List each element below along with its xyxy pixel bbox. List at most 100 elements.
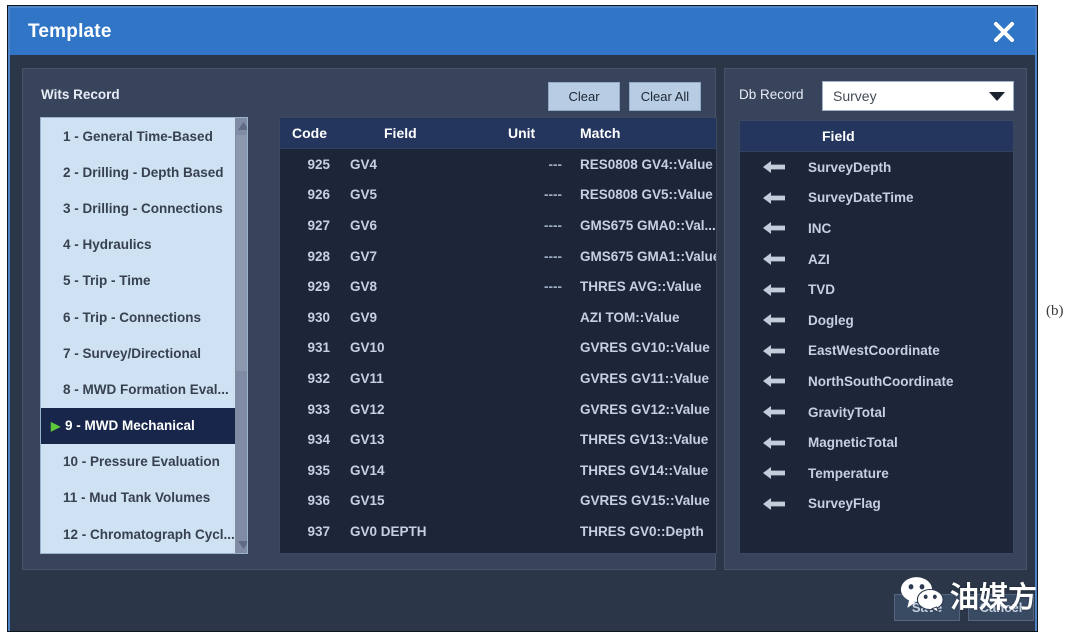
wits-cell-unit: ---- (544, 187, 562, 203)
template-list-scrollbar[interactable] (234, 118, 247, 553)
arrow-left-icon[interactable] (740, 252, 808, 266)
wits-cell-field: GV13 (350, 432, 385, 448)
wits-cell-code: 929 (307, 279, 330, 295)
wits-table-body: 925 GV4 --- RES0808 GV4::Value 926 GV5 ---- RES… (280, 149, 716, 553)
wits-table-row[interactable]: 927 GV6 ---- GMS675 GMA0::Val... (280, 210, 716, 241)
wits-cell-field: GV10 (350, 340, 385, 356)
db-field-name: SurveyDateTime (808, 190, 914, 206)
wits-cell-match: AZI TOM::Value (580, 309, 680, 325)
save-button[interactable]: Save (894, 594, 960, 621)
wits-record-label: Wits Record (41, 87, 120, 102)
template-list-item[interactable]: 1 - General Time-Based (41, 118, 235, 154)
template-list-item[interactable]: 8 - MWD Formation Eval... (41, 371, 235, 407)
wits-table-row[interactable]: 936 GV15 GVRES GV15::Value (280, 486, 716, 517)
db-table-row[interactable]: SurveyDateTime (740, 183, 1013, 214)
db-field-table[interactable]: Field SurveyDepth SurveyDateTime INC AZI TVD… (739, 120, 1014, 554)
arrow-left-icon[interactable] (740, 283, 808, 297)
template-list-item[interactable]: 2 - Drilling - Depth Based (41, 154, 235, 190)
wits-table-row[interactable]: 926 GV5 ---- RES0808 GV5::Value (280, 180, 716, 211)
wits-cell-match: THRES AVG::Value (580, 279, 702, 295)
dialog-title: Template (28, 20, 112, 42)
db-table-row[interactable]: MagneticTotal (740, 427, 1013, 458)
db-field-name: SurveyDepth (808, 159, 892, 175)
clear-all-button[interactable]: Clear All (629, 82, 701, 111)
db-table-row[interactable]: SurveyFlag (740, 489, 1013, 520)
wits-cell-match: GVRES GV12::Value (580, 401, 710, 417)
template-list-item-label: 10 - Pressure Evaluation (63, 454, 220, 470)
db-table-row[interactable]: TVD (740, 274, 1013, 305)
wits-table-row[interactable]: 928 GV7 ---- GMS675 GMA1::Value (280, 241, 716, 272)
wits-table-row[interactable]: 938GV1 DEPTHTHRES GV1::Depth (280, 547, 716, 553)
wits-cell-match: THRES GV14::Value (580, 462, 709, 478)
wits-cell-unit: ---- (544, 248, 562, 264)
wits-record-table[interactable]: Code Field Unit Match 925 GV4 --- RES0808 G… (279, 117, 717, 554)
wits-table-row[interactable]: 933 GV12 GVRES GV12::Value (280, 394, 716, 425)
db-field-name: Dogleg (808, 312, 854, 328)
wits-cell-field: GV7 (350, 248, 378, 264)
arrow-left-icon[interactable] (740, 313, 808, 327)
wits-table-row[interactable]: 929 GV8 ---- THRES AVG::Value (280, 271, 716, 302)
template-list-item-label: 11 - Mud Tank Volumes (63, 490, 211, 506)
arrow-left-icon[interactable] (740, 466, 808, 480)
wits-table-row[interactable]: 937 GV0 DEPTH THRES GV0::Depth (280, 516, 716, 547)
wits-table-row[interactable]: 931 GV10 GVRES GV10::Value (280, 333, 716, 364)
wits-table-row[interactable]: 925 GV4 --- RES0808 GV4::Value (280, 149, 716, 180)
scroll-down-icon[interactable] (235, 537, 247, 553)
template-list-item[interactable]: 7 - Survey/Directional (41, 335, 235, 371)
column-header-code: Code (292, 125, 327, 141)
db-table-row[interactable]: NorthSouthCoordinate (740, 366, 1013, 397)
wits-cell-match: RES0808 GV4::Value (580, 156, 713, 172)
template-list-item[interactable]: 10 - Pressure Evaluation (41, 444, 235, 480)
arrow-left-icon[interactable] (740, 374, 808, 388)
template-list-item-label: 5 - Trip - Time (63, 273, 151, 289)
template-list-item-label: 3 - Drilling - Connections (63, 200, 223, 216)
db-table-row[interactable]: GravityTotal (740, 397, 1013, 428)
db-field-name: INC (808, 220, 832, 236)
template-list-item[interactable]: 4 - Hydraulics (41, 227, 235, 263)
scroll-up-icon[interactable] (235, 118, 247, 134)
template-list-item[interactable]: 13 - Chromatograph Dep... (41, 552, 235, 553)
wits-table-row[interactable]: 934 GV13 THRES GV13::Value (280, 424, 716, 455)
db-table-header: Field (740, 121, 1013, 152)
template-list-item[interactable]: 12 - Chromatograph Cycl... (41, 516, 235, 552)
db-table-row[interactable]: AZI (740, 244, 1013, 275)
template-list[interactable]: 1 - General Time-Based 2 - Drilling - Dep… (40, 117, 248, 554)
wits-table-header: Code Field Unit Match (280, 118, 716, 149)
wits-table-row[interactable]: 932 GV11 GVRES GV11::Value (280, 363, 716, 394)
close-icon[interactable] (989, 17, 1019, 47)
template-list-item[interactable]: 6 - Trip - Connections (41, 299, 235, 335)
arrow-left-icon[interactable] (740, 344, 808, 358)
wits-cell-code: 932 (307, 370, 330, 386)
clear-button[interactable]: Clear (548, 82, 620, 111)
arrow-left-icon[interactable] (740, 221, 808, 235)
db-record-select[interactable]: Survey (822, 81, 1014, 111)
arrow-left-icon[interactable] (740, 160, 808, 174)
wits-table-row[interactable]: 935 GV14 THRES GV14::Value (280, 455, 716, 486)
dialog-body: Wits Record Clear Clear All 1 - General … (10, 55, 1035, 631)
column-header-field: Field (384, 125, 417, 141)
wits-cell-code: 930 (307, 309, 330, 325)
db-field-name: NorthSouthCoordinate (808, 373, 954, 389)
db-table-row[interactable]: INC (740, 213, 1013, 244)
wits-cell-match: THRES GV0::Depth (580, 523, 704, 539)
arrow-left-icon[interactable] (740, 405, 808, 419)
template-list-item[interactable]: 3 - Drilling - Connections (41, 190, 235, 226)
db-field-name: TVD (808, 282, 835, 298)
scrollbar-thumb[interactable] (235, 135, 247, 371)
wits-cell-field: GV0 DEPTH (350, 523, 427, 539)
arrow-left-icon[interactable] (740, 191, 808, 205)
arrow-left-icon[interactable] (740, 436, 808, 450)
db-table-row[interactable]: EastWestCoordinate (740, 336, 1013, 367)
template-list-item[interactable]: 11 - Mud Tank Volumes (41, 480, 235, 516)
db-table-row[interactable]: Dogleg (740, 305, 1013, 336)
chevron-down-icon (989, 91, 1005, 101)
wits-cell-code: 927 (307, 217, 330, 233)
cancel-button[interactable]: Cancel (968, 594, 1034, 621)
template-list-item[interactable]: ▶ 9 - MWD Mechanical (41, 407, 235, 444)
arrow-left-icon[interactable] (740, 497, 808, 511)
db-table-row[interactable]: Temperature (740, 458, 1013, 489)
template-list-item-label: 7 - Survey/Directional (63, 345, 202, 361)
db-table-row[interactable]: SurveyDepth (740, 152, 1013, 183)
wits-table-row[interactable]: 930 GV9 AZI TOM::Value (280, 302, 716, 333)
template-list-item[interactable]: 5 - Trip - Time (41, 263, 235, 299)
